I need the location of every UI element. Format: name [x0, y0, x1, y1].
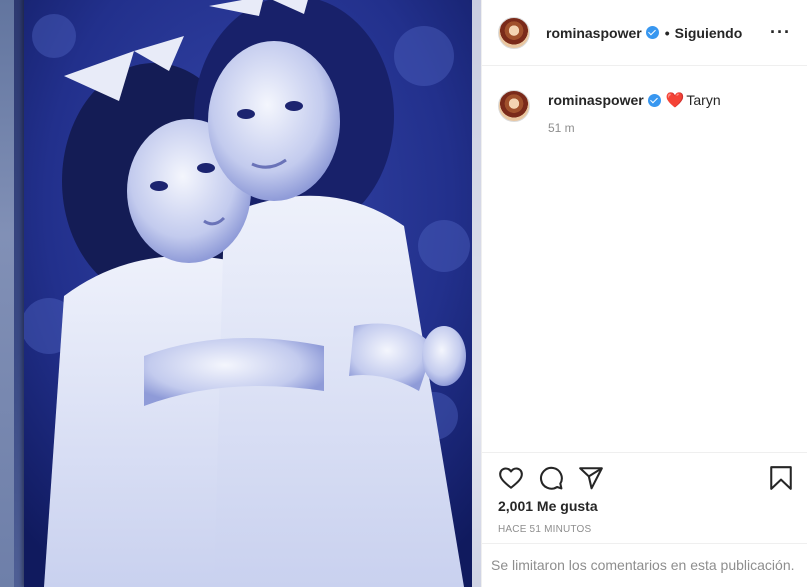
bookmark-icon[interactable]	[768, 465, 794, 491]
caption-author-avatar[interactable]	[498, 90, 530, 122]
post-photo	[24, 0, 474, 587]
share-icon[interactable]	[578, 465, 604, 491]
post-media[interactable]	[0, 0, 481, 587]
author-avatar[interactable]	[498, 16, 530, 49]
comment-icon[interactable]	[538, 465, 564, 491]
verified-badge-icon	[645, 26, 659, 39]
background-edge	[0, 0, 14, 587]
heart-icon[interactable]	[498, 465, 524, 491]
background-edge-right	[472, 0, 481, 587]
post-actions-bar	[482, 452, 807, 498]
author-username[interactable]: rominaspower	[546, 25, 642, 41]
more-options-icon[interactable]: ···	[770, 22, 791, 43]
comments-limited-notice: Se limitaron los comentarios en esta pub…	[482, 543, 807, 587]
caption-timestamp[interactable]: 51 m	[548, 121, 721, 135]
post-side-panel: rominaspower • Siguiendo ··· rominaspowe…	[481, 0, 807, 587]
caption-line: rominaspower ❤️ Taryn	[548, 90, 721, 110]
post-header: rominaspower • Siguiendo ···	[482, 0, 807, 66]
heart-emoji: ❤️	[665, 92, 685, 109]
header-separator: •	[664, 24, 670, 41]
post-caption: rominaspower ❤️ Taryn 51 m	[482, 66, 807, 135]
likes-count[interactable]: 2,001 Me gusta	[498, 498, 598, 514]
caption-body: rominaspower ❤️ Taryn 51 m	[548, 90, 721, 135]
caption-text: Taryn	[686, 92, 721, 108]
posted-time[interactable]: HACE 51 MINUTOS	[498, 524, 591, 535]
caption-username[interactable]: rominaspower	[548, 92, 644, 108]
follow-status-button[interactable]: Siguiendo	[675, 25, 743, 41]
verified-badge-icon	[647, 93, 661, 107]
